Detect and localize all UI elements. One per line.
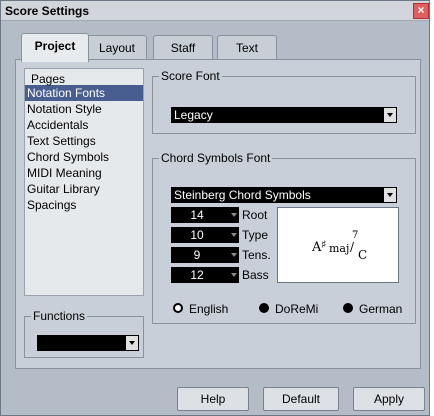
apply-button[interactable]: Apply [353, 387, 425, 411]
preview-bass: C [358, 248, 368, 262]
chord-font-select[interactable]: Steinberg Chord Symbols [171, 187, 397, 203]
bass-size-value: 12 [190, 268, 204, 282]
bass-size-field[interactable]: 12 [171, 267, 239, 283]
page-item-notation-fonts[interactable]: Notation Fonts [25, 85, 143, 101]
tab-layout[interactable]: Layout [87, 35, 147, 61]
radio-german-label: German [359, 302, 403, 316]
radio-doremi-dot[interactable] [259, 303, 269, 313]
radio-english-label: English [189, 302, 229, 316]
score-font-group: Score Font Legacy [152, 69, 416, 134]
chord-symbols-font-label: Chord Symbols Font [159, 151, 273, 165]
radio-german-dot[interactable] [343, 303, 353, 313]
project-panel: Pages Notation Fonts Notation Style Acci… [15, 59, 421, 369]
tension-size-label: Tens. [242, 248, 271, 262]
tension-size-field[interactable]: 9 [171, 247, 239, 263]
score-settings-window: Score Settings × Project Layout Staff Te… [0, 0, 430, 416]
chevron-down-icon[interactable] [126, 336, 138, 350]
pages-heading: Pages [31, 72, 66, 86]
spinner-icon[interactable] [231, 253, 237, 257]
root-size-label: Root [242, 208, 268, 222]
close-icon[interactable]: × [413, 3, 429, 19]
title-bar: Score Settings × [1, 1, 429, 21]
tab-staff[interactable]: Staff [153, 35, 213, 61]
spinner-icon[interactable] [231, 233, 237, 237]
pages-list: Pages Notation Fonts Notation Style Acci… [24, 68, 144, 296]
functions-group: Functions [24, 309, 144, 358]
score-font-select[interactable]: Legacy [171, 107, 397, 123]
tab-project[interactable]: Project [21, 33, 89, 62]
root-size-value: 14 [190, 208, 204, 222]
page-item-guitar-library[interactable]: Guitar Library [25, 181, 143, 197]
page-item-accidentals[interactable]: Accidentals [25, 117, 143, 133]
help-button[interactable]: Help [177, 387, 249, 411]
type-size-label: Type [242, 228, 269, 242]
radio-doremi-label: DoReMi [275, 302, 319, 316]
preview-type: maj [329, 242, 350, 255]
chord-font-value: Steinberg Chord Symbols [174, 188, 311, 202]
chevron-down-icon[interactable] [384, 188, 396, 202]
spinner-icon[interactable] [231, 213, 237, 217]
window-title: Score Settings [5, 4, 90, 18]
type-size-value: 10 [190, 228, 204, 242]
page-item-chord-symbols[interactable]: Chord Symbols [25, 149, 143, 165]
page-item-midi-meaning[interactable]: MIDI Meaning [25, 165, 143, 181]
root-size-field[interactable]: 14 [171, 207, 239, 223]
chord-preview: A ♯ maj 7 / C [277, 207, 399, 283]
type-size-field[interactable]: 10 [171, 227, 239, 243]
default-button[interactable]: Default [263, 387, 339, 411]
functions-label: Functions [31, 309, 88, 323]
preview-root: A [312, 240, 322, 255]
radio-english-dot[interactable] [173, 303, 183, 313]
page-item-spacings[interactable]: Spacings [25, 197, 143, 213]
spinner-icon[interactable] [231, 273, 237, 277]
page-item-notation-style[interactable]: Notation Style [25, 101, 143, 117]
functions-select[interactable] [37, 335, 139, 351]
chevron-down-icon[interactable] [384, 108, 396, 122]
chord-symbols-font-group: Chord Symbols Font Steinberg Chord Symbo… [152, 151, 416, 324]
preview-slash: / [350, 240, 355, 254]
page-item-text-settings[interactable]: Text Settings [25, 133, 143, 149]
score-font-label: Score Font [159, 69, 222, 83]
tension-size-value: 9 [193, 248, 201, 262]
score-font-value: Legacy [174, 108, 213, 122]
bass-size-label: Bass [242, 268, 269, 282]
tab-text[interactable]: Text [217, 35, 277, 61]
preview-accidental: ♯ [321, 238, 327, 251]
